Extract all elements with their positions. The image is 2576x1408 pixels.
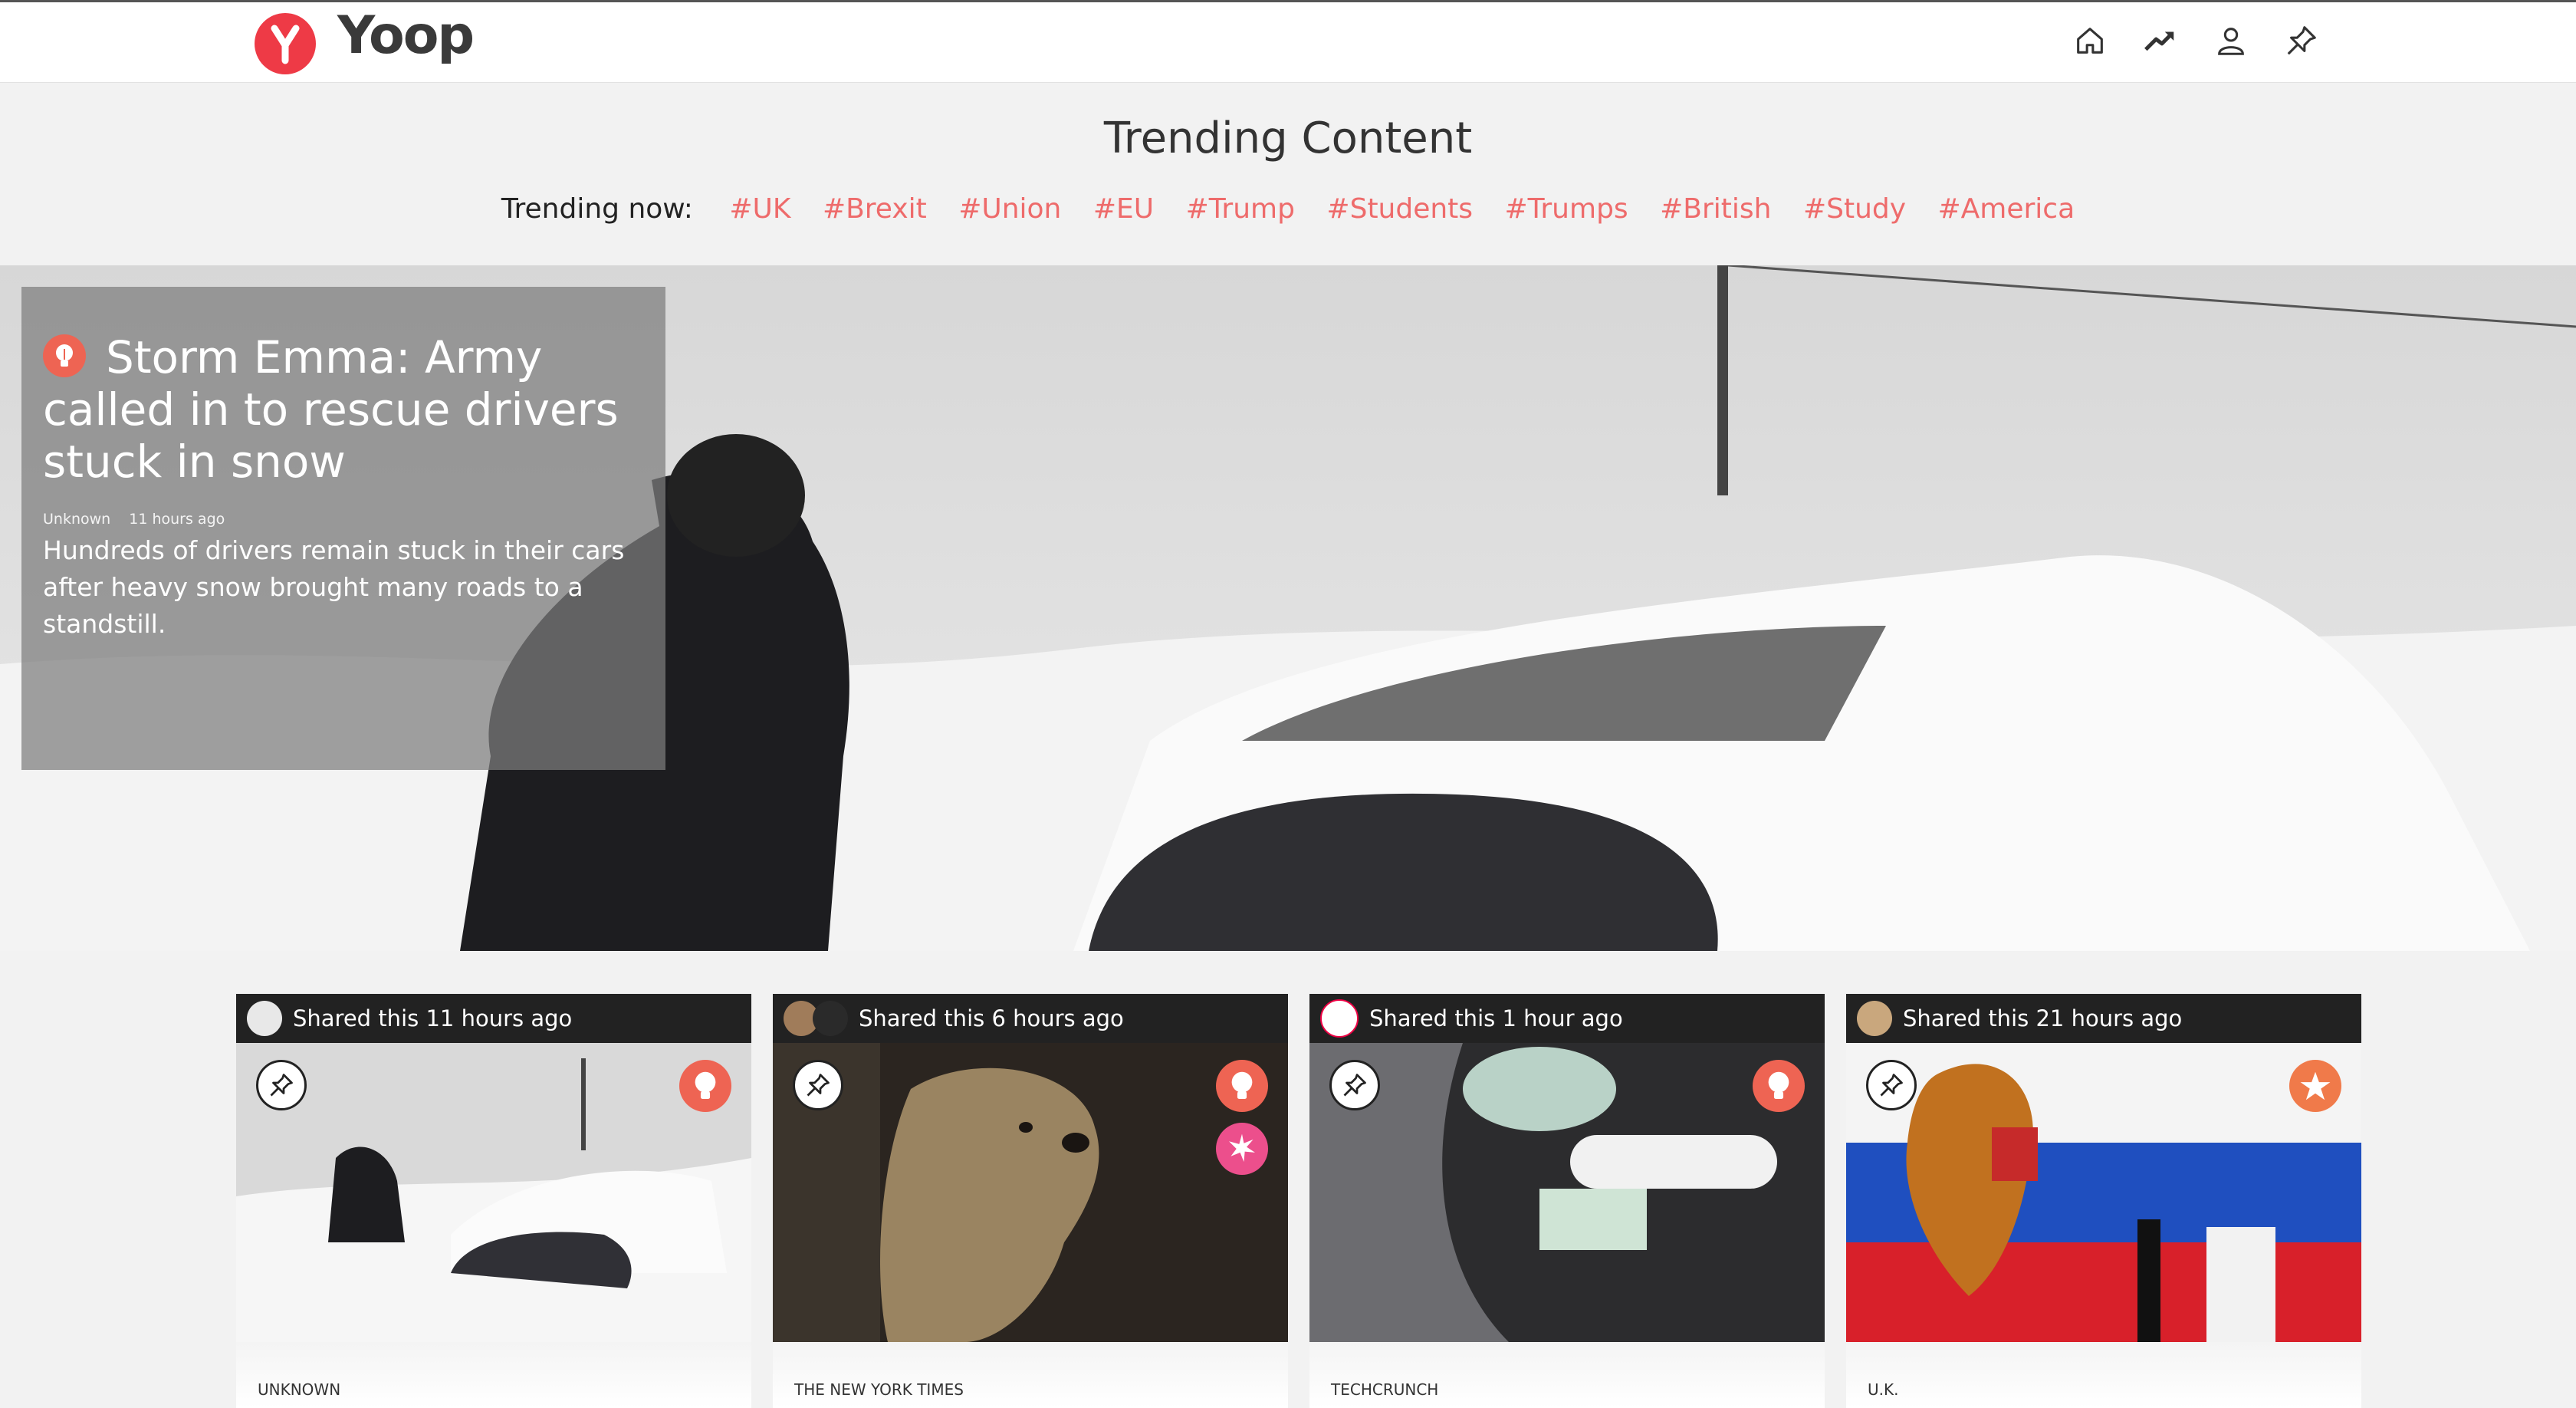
- story-cards: Shared this 11 hours ago UNKNOWN Shared …: [236, 994, 2363, 1408]
- home-icon[interactable]: [2070, 21, 2110, 61]
- story-card[interactable]: Shared this 1 hour ago TECHCRUNCH: [1309, 994, 1825, 1408]
- hero-description: Hundreds of drivers remain stuck in thei…: [43, 535, 625, 639]
- trending-icon[interactable]: [2141, 21, 2180, 61]
- brand-name[interactable]: Yoop: [337, 5, 475, 66]
- card-photo: [236, 1043, 751, 1342]
- hero-meta: Unknown 11 hours ago: [43, 511, 644, 528]
- trending-tag[interactable]: #British: [1660, 193, 1771, 225]
- card-source: UNKNOWN: [236, 1342, 751, 1408]
- trending-tag[interactable]: #UK: [729, 193, 790, 225]
- card-header: Shared this 21 hours ago: [1846, 994, 2361, 1043]
- trending-label: Trending now:: [501, 193, 693, 225]
- pin-button[interactable]: [256, 1060, 307, 1110]
- avatar[interactable]: [247, 1001, 282, 1036]
- card-image[interactable]: [773, 1043, 1288, 1342]
- card-header: Shared this 1 hour ago: [1309, 994, 1825, 1043]
- card-photo: [1309, 1043, 1825, 1342]
- card-image[interactable]: [1309, 1043, 1825, 1342]
- trending-tag[interactable]: #Trumps: [1505, 193, 1628, 225]
- lightbulb-icon: [679, 1060, 731, 1112]
- story-card[interactable]: Shared this 11 hours ago UNKNOWN: [236, 994, 751, 1408]
- hero-title[interactable]: Storm Emma: Army called in to rescue dri…: [43, 331, 619, 488]
- fireworks-icon: [1216, 1123, 1268, 1175]
- card-photo: [773, 1043, 1288, 1342]
- card-image[interactable]: [236, 1043, 751, 1342]
- trending-tag[interactable]: #Union: [958, 193, 1061, 225]
- star-icon: [2289, 1060, 2341, 1112]
- card-shared-text: Shared this 1 hour ago: [1369, 1005, 1623, 1031]
- trending-bar: Trending now: #UK #Brexit #Union #EU #Tr…: [0, 193, 2576, 225]
- card-source: THE NEW YORK TIMES: [773, 1342, 1288, 1408]
- avatar[interactable]: [1320, 999, 1359, 1038]
- card-header: Shared this 11 hours ago: [236, 994, 751, 1043]
- hero-title-wrap: Storm Emma: Army called in to rescue dri…: [43, 331, 644, 488]
- card-shared-text: Shared this 11 hours ago: [293, 1005, 573, 1031]
- card-image[interactable]: [1846, 1043, 2361, 1342]
- lightbulb-icon: [1216, 1060, 1268, 1112]
- trending-tag[interactable]: #EU: [1093, 193, 1154, 225]
- pin-button[interactable]: [1329, 1060, 1380, 1110]
- card-header: Shared this 6 hours ago: [773, 994, 1288, 1043]
- trending-tag[interactable]: #Students: [1326, 193, 1473, 225]
- card-source: U.K.: [1846, 1342, 2361, 1408]
- story-card[interactable]: Shared this 6 hours ago THE NEW YORK TIM…: [773, 994, 1288, 1408]
- pin-icon[interactable]: [2282, 21, 2321, 61]
- trending-tag[interactable]: #Study: [1803, 193, 1906, 225]
- pin-button[interactable]: [1866, 1060, 1917, 1110]
- lightbulb-icon: [43, 334, 86, 377]
- page-title: Trending Content: [1103, 113, 1473, 163]
- hero-source: Unknown: [43, 511, 111, 528]
- trending-tag[interactable]: #Brexit: [823, 193, 927, 225]
- top-bar: Yoop: [0, 0, 2576, 83]
- card-source: TECHCRUNCH: [1309, 1342, 1825, 1408]
- yoop-logo-icon[interactable]: [255, 13, 316, 74]
- lightbulb-icon: [1753, 1060, 1805, 1112]
- trending-tag[interactable]: #America: [1938, 193, 2075, 225]
- avatar[interactable]: [1857, 1001, 1892, 1036]
- avatar[interactable]: [813, 1001, 848, 1036]
- card-shared-text: Shared this 21 hours ago: [1903, 1005, 2183, 1031]
- main-nav: [2070, 21, 2321, 61]
- pin-button[interactable]: [793, 1060, 843, 1110]
- profile-icon[interactable]: [2211, 21, 2251, 61]
- card-shared-text: Shared this 6 hours ago: [859, 1005, 1124, 1031]
- story-card[interactable]: Shared this 21 hours ago U.K.: [1846, 994, 2361, 1408]
- hero-time: 11 hours ago: [129, 511, 225, 528]
- card-photo: [1846, 1043, 2361, 1342]
- trending-tag[interactable]: #Trump: [1186, 193, 1295, 225]
- featured-story[interactable]: Storm Emma: Army called in to rescue dri…: [0, 265, 2576, 951]
- hero-caption[interactable]: Storm Emma: Army called in to rescue dri…: [21, 287, 665, 770]
